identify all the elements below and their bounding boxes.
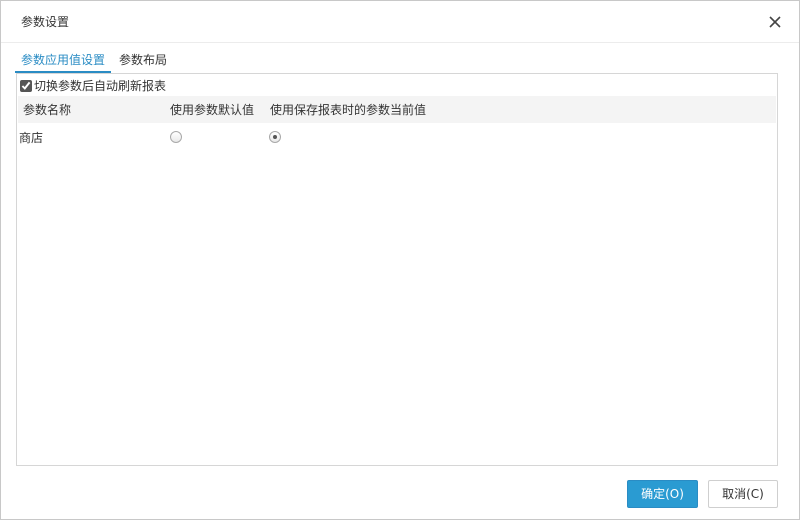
use-saved-value-radio[interactable] [269,131,281,143]
column-header-use-saved: 使用保存报表时的参数当前值 [270,103,427,117]
close-button[interactable] [765,12,785,32]
column-header-name: 参数名称 [23,103,72,117]
parameter-name: 商店 [19,131,44,145]
tab-bar: 参数应用值设置 参数布局 [15,51,175,73]
parameter-values-panel: 切换参数后自动刷新报表 参数名称 使用参数默认值 使用保存报表时的参数当前值 商… [16,73,778,466]
dialog-title: 参数设置 [21,15,70,29]
ok-button[interactable]: 确定(O) [627,480,698,508]
auto-refresh-option[interactable]: 切换参数后自动刷新报表 [20,78,166,94]
parameter-settings-dialog: 参数设置 参数应用值设置 参数布局 切换参数后自动刷新报表 参数名称 使用参数默… [0,0,800,520]
close-icon [769,16,781,28]
column-header-use-default: 使用参数默认值 [170,103,255,117]
dialog-title-bar: 参数设置 [1,1,799,43]
auto-refresh-label: 切换参数后自动刷新报表 [34,79,167,93]
use-default-radio[interactable] [170,131,182,143]
tab-parameter-layout[interactable]: 参数布局 [113,51,173,73]
auto-refresh-checkbox[interactable] [20,80,32,92]
table-row: 商店 [18,125,776,149]
tab-parameter-values[interactable]: 参数应用值设置 [15,51,112,73]
cancel-button[interactable]: 取消(C) [708,480,778,508]
grid-header: 参数名称 使用参数默认值 使用保存报表时的参数当前值 [18,96,776,123]
